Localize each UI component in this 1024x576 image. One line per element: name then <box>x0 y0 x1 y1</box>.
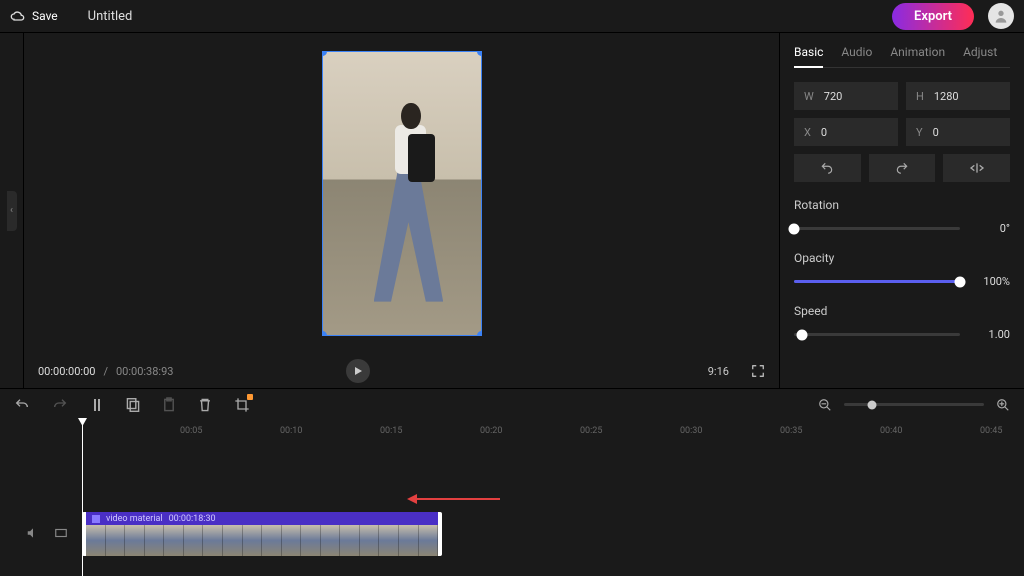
speed-slider[interactable] <box>794 333 960 336</box>
zoom-in-button[interactable] <box>996 398 1010 412</box>
split-icon <box>90 397 104 413</box>
rotate-right-icon <box>895 161 909 175</box>
speed-value[interactable]: 1.00 <box>970 328 1010 341</box>
zoom-slider[interactable] <box>844 403 984 406</box>
timeline[interactable]: 00:05 00:10 00:15 00:20 00:25 00:30 00:3… <box>0 420 1024 576</box>
resize-handle-bottom-left[interactable] <box>322 331 327 336</box>
crop-button[interactable] <box>234 397 250 413</box>
speed-label: Speed <box>794 304 1010 318</box>
tab-basic[interactable]: Basic <box>794 45 823 68</box>
ruler-mark: 00:10 <box>280 426 302 436</box>
hide-track-button[interactable] <box>54 526 68 540</box>
person-icon <box>993 8 1009 24</box>
save-label: Save <box>32 9 58 23</box>
trash-icon <box>198 397 212 413</box>
copy-icon <box>126 397 140 413</box>
rotation-value[interactable]: 0° <box>970 222 1010 235</box>
video-thumbnail-content <box>367 103 454 324</box>
selected-clip-frame[interactable] <box>322 51 482 336</box>
total-time: 00:00:38:93 <box>116 365 173 378</box>
user-avatar[interactable] <box>988 3 1014 29</box>
export-button[interactable]: Export <box>892 3 974 30</box>
paste-button[interactable] <box>162 397 176 413</box>
rotate-handle[interactable] <box>394 335 410 336</box>
undo-button[interactable] <box>14 397 30 413</box>
zoom-out-button[interactable] <box>818 398 832 412</box>
resize-handle-top-right[interactable] <box>477 51 482 56</box>
ruler-mark: 00:45 <box>980 426 1002 436</box>
opacity-label: Opacity <box>794 251 1010 265</box>
ruler-mark: 00:15 <box>380 426 402 436</box>
top-bar: Save Untitled Export <box>0 0 1024 32</box>
redo-transform-button[interactable] <box>869 154 936 182</box>
clip-type-icon <box>92 515 100 523</box>
opacity-value[interactable]: 100% <box>970 275 1010 288</box>
play-icon <box>353 366 363 376</box>
ruler-mark: 00:25 <box>580 426 602 436</box>
copy-button[interactable] <box>126 397 140 413</box>
ruler-mark: 00:30 <box>680 426 702 436</box>
ruler-mark: 00:20 <box>480 426 502 436</box>
timeline-ruler[interactable]: 00:05 00:10 00:15 00:20 00:25 00:30 00:3… <box>0 420 1024 442</box>
zoom-in-icon <box>996 398 1010 412</box>
y-field[interactable]: Y0 <box>906 118 1010 146</box>
inspector-tabs: Basic Audio Animation Adjust <box>794 45 1010 68</box>
expand-left-panel-handle[interactable]: ‹ <box>7 191 17 231</box>
tab-animation[interactable]: Animation <box>890 45 945 59</box>
x-field[interactable]: X0 <box>794 118 898 146</box>
opacity-slider[interactable] <box>794 280 960 283</box>
preview-area: 00:00:00:00 / 00:00:38:93 9:16 <box>24 33 779 388</box>
project-title[interactable]: Untitled <box>88 9 133 24</box>
split-button[interactable] <box>90 397 104 413</box>
flip-horizontal-icon <box>969 161 985 175</box>
left-panel-collapsed: ‹ <box>0 33 24 388</box>
clipboard-icon <box>162 397 176 413</box>
fullscreen-icon <box>751 364 765 378</box>
rotation-slider[interactable] <box>794 227 960 230</box>
undo-transform-button[interactable] <box>794 154 861 182</box>
fullscreen-button[interactable] <box>751 364 765 378</box>
ruler-mark: 00:40 <box>880 426 902 436</box>
eye-icon <box>54 526 68 540</box>
redo-button[interactable] <box>52 397 68 413</box>
time-separator: / <box>103 365 108 378</box>
resize-handle-bottom-right[interactable] <box>477 331 482 336</box>
mute-track-button[interactable] <box>26 526 40 540</box>
speaker-icon <box>26 526 40 540</box>
resize-handle-top-left[interactable] <box>322 51 327 56</box>
flip-button[interactable] <box>943 154 1010 182</box>
tab-audio[interactable]: Audio <box>841 45 872 59</box>
height-field[interactable]: H1280 <box>906 82 1010 110</box>
clip-name: video material <box>106 514 163 524</box>
redo-icon <box>52 397 68 413</box>
clip-thumbnails <box>86 525 438 556</box>
save-button[interactable]: Save <box>10 9 58 23</box>
rotate-left-icon <box>820 161 834 175</box>
aspect-ratio[interactable]: 9:16 <box>708 365 729 378</box>
current-time: 00:00:00:00 <box>38 365 95 378</box>
clip-duration: 00:00:18:30 <box>169 514 216 524</box>
play-button[interactable] <box>346 359 370 383</box>
zoom-out-icon <box>818 398 832 412</box>
tab-adjust[interactable]: Adjust <box>963 45 997 59</box>
timeline-toolbar <box>0 388 1024 420</box>
undo-icon <box>14 397 30 413</box>
inspector-panel: Basic Audio Animation Adjust W720 H1280 … <box>779 33 1024 388</box>
delete-button[interactable] <box>198 397 212 413</box>
canvas[interactable] <box>24 33 779 354</box>
annotation-arrow <box>410 498 500 500</box>
cloud-icon <box>10 10 26 22</box>
video-clip[interactable]: video material 00:00:18:30 <box>82 512 442 556</box>
width-field[interactable]: W720 <box>794 82 898 110</box>
ruler-mark: 00:35 <box>780 426 802 436</box>
playhead[interactable] <box>82 420 83 576</box>
preview-controls: 00:00:00:00 / 00:00:38:93 9:16 <box>24 354 779 388</box>
ruler-mark: 00:05 <box>180 426 202 436</box>
rotation-label: Rotation <box>794 198 1010 212</box>
